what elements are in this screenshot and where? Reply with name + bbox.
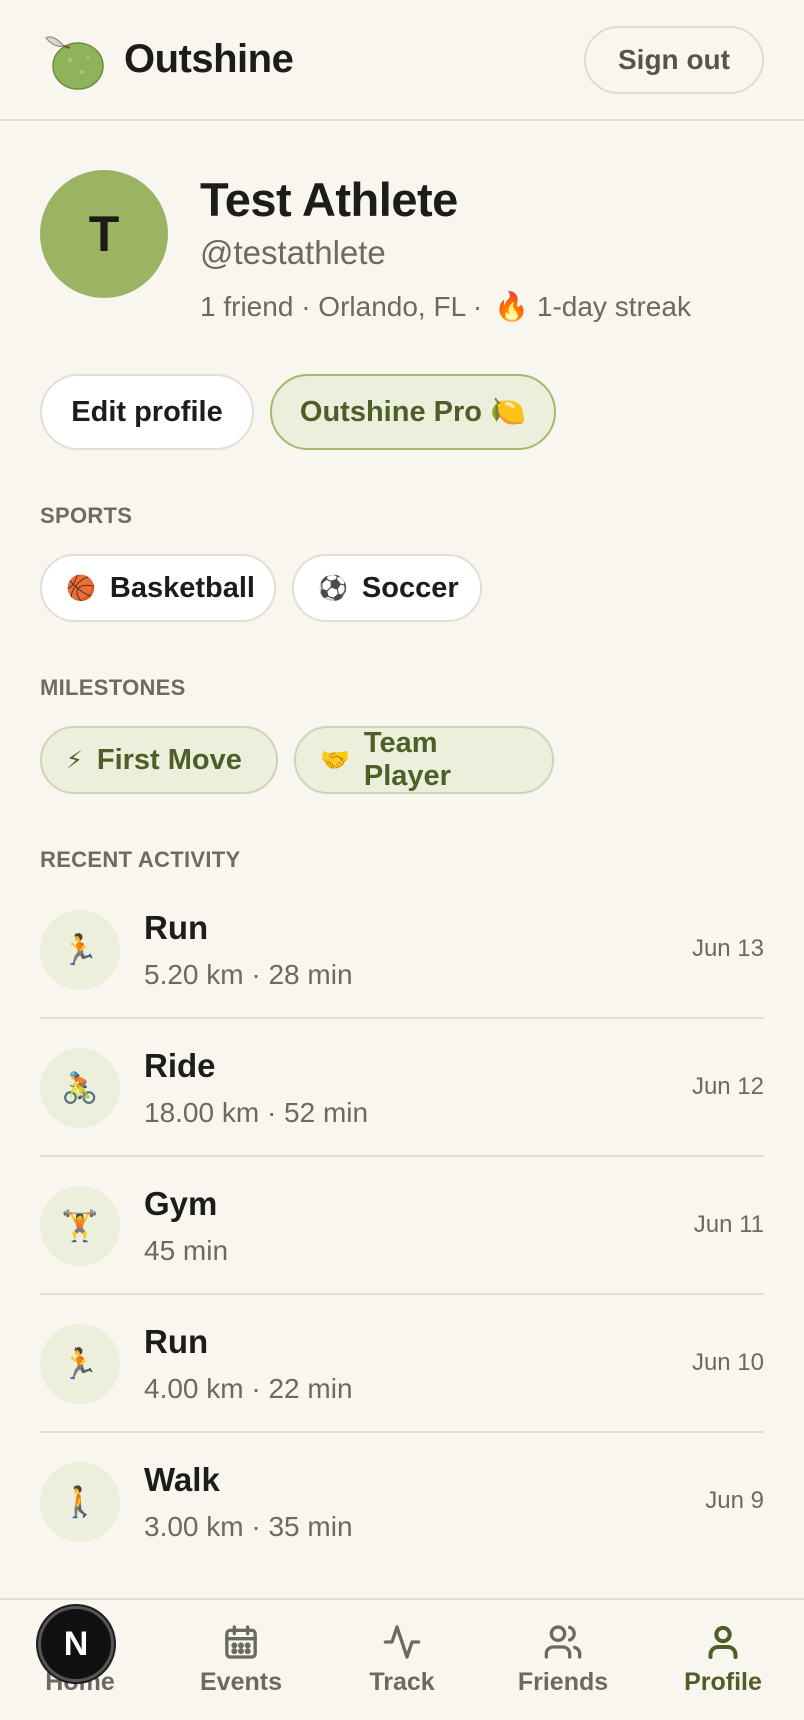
outshine-pro-button[interactable]: Outshine Pro 🍋 — [270, 374, 556, 450]
milestone-label: Team Player — [363, 727, 451, 792]
milestone-chip-first-move[interactable]: ⚡ First Move — [40, 726, 278, 794]
lightning-icon: ⚡ — [66, 746, 83, 774]
user-icon — [708, 1625, 738, 1659]
activity-detail: 18.00 km · 52 min — [144, 1097, 369, 1128]
lemon-icon: 🍋 — [489, 396, 527, 428]
activity-icon — [383, 1625, 421, 1659]
milestones-heading: MILESTONES — [40, 675, 186, 700]
nav-events[interactable]: Events — [161, 1600, 321, 1720]
sport-label: Soccer — [361, 571, 459, 604]
sport-chip-soccer[interactable]: ⚽ Soccer — [292, 554, 482, 622]
sport-label: Basketball — [109, 571, 255, 604]
activity-title: Gym — [144, 1185, 218, 1222]
weightlifter-icon: 🏋️ — [40, 1186, 120, 1266]
app-header: Outshine Sign out — [0, 0, 804, 121]
nav-label: Profile — [684, 1668, 762, 1696]
activity-title: Run — [144, 909, 209, 946]
nav-label: Events — [200, 1668, 282, 1696]
sign-out-button[interactable]: Sign out — [584, 25, 764, 94]
separator: · — [472, 291, 483, 322]
handshake-icon: 🤝 — [320, 746, 350, 774]
activity-row[interactable]: 🚴 Ride 18.00 km · 52 min Jun 12 — [40, 1019, 764, 1157]
bottom-nav: Home Events Track Friends Profile — [0, 1598, 804, 1720]
avatar: T — [40, 170, 168, 298]
activity-row[interactable]: 🚶 Walk 3.00 km · 35 min Jun 9 — [40, 1433, 764, 1571]
sport-chip-basketball[interactable]: 🏀 Basketball — [40, 554, 276, 622]
calendar-icon — [225, 1625, 257, 1659]
recent-activity-heading: RECENT ACTIVITY — [40, 847, 241, 872]
activity-date: Jun 11 — [693, 1211, 764, 1238]
nav-track[interactable]: Track — [322, 1600, 482, 1720]
location: Orlando, FL — [318, 291, 466, 322]
nav-profile[interactable]: Profile — [643, 1600, 803, 1720]
activity-title: Walk — [144, 1461, 220, 1498]
profile-handle: @testathlete — [200, 234, 386, 271]
nav-friends[interactable]: Friends — [483, 1600, 643, 1720]
activity-row[interactable]: 🏃 Run 5.20 km · 28 min Jun 13 — [40, 881, 764, 1019]
edit-profile-button[interactable]: Edit profile — [40, 374, 254, 450]
walker-icon: 🚶 — [40, 1462, 120, 1542]
activity-date: Jun 13 — [691, 935, 764, 962]
activity-date: Jun 10 — [691, 1349, 764, 1376]
sports-heading: SPORTS — [40, 503, 133, 528]
activity-detail: 5.20 km · 28 min — [144, 959, 353, 990]
activity-detail: 4.00 km · 22 min — [144, 1373, 353, 1404]
brand-name: Outshine — [124, 37, 294, 81]
runner-icon: 🏃 — [40, 910, 120, 990]
activity-title: Run — [144, 1323, 209, 1360]
soccer-ball-icon: ⚽ — [318, 574, 348, 602]
milestone-label: First Move — [96, 743, 242, 776]
activity-date: Jun 12 — [691, 1073, 764, 1100]
flame-icon: 🔥 — [494, 291, 529, 322]
users-icon — [544, 1625, 582, 1659]
brand[interactable]: Outshine — [42, 26, 294, 94]
activity-title: Ride — [144, 1047, 216, 1084]
profile-meta: 1 friend · Orlando, FL · 🔥 1-day streak — [200, 290, 691, 323]
activity-detail: 3.00 km · 35 min — [144, 1511, 353, 1542]
edit-profile-label: Edit profile — [71, 395, 223, 428]
basketball-icon: 🏀 — [66, 574, 96, 602]
activity-date: Jun 9 — [705, 1487, 764, 1514]
profile-name: Test Athlete — [200, 173, 458, 226]
separator: · — [301, 291, 311, 322]
nav-label: Track — [369, 1668, 435, 1696]
runner-icon: 🏃 — [40, 1324, 120, 1404]
dev-tools-badge[interactable]: N — [38, 1606, 114, 1682]
streak: 1-day streak — [536, 291, 691, 322]
activity-row[interactable]: 🏋️ Gym 45 min Jun 11 — [40, 1157, 764, 1295]
activity-row[interactable]: 🏃 Run 4.00 km · 22 min Jun 10 — [40, 1295, 764, 1433]
cyclist-icon: 🚴 — [40, 1048, 120, 1128]
lime-logo-icon — [45, 35, 104, 90]
outshine-pro-label: Outshine Pro — [299, 395, 482, 428]
friend-count[interactable]: 1 friend — [200, 291, 293, 322]
activity-detail: 45 min — [144, 1235, 229, 1266]
milestone-chip-team-player[interactable]: 🤝 Team Player — [294, 726, 554, 794]
nav-label: Friends — [517, 1668, 609, 1696]
